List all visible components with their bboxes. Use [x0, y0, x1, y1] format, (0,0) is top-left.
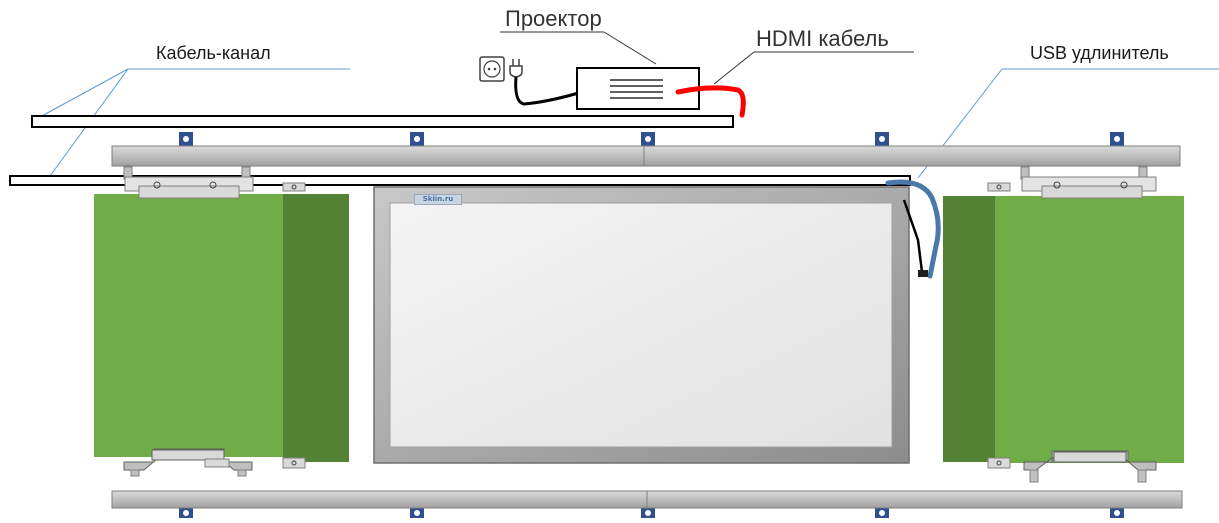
power-plug	[509, 59, 523, 78]
left-panel-group	[94, 166, 349, 477]
wall-mounts-bottom	[179, 508, 1124, 518]
projector-label: Проектор	[505, 6, 602, 31]
left-panel-back	[283, 194, 349, 462]
interactive-board	[373, 186, 910, 464]
hdmi-cable-label: HDMI кабель	[756, 26, 889, 51]
usb-plug	[918, 270, 928, 277]
right-panel-back	[943, 196, 995, 462]
cable-channel-label: Кабель-канал	[156, 43, 271, 63]
cable-channel-upper	[31, 115, 734, 128]
board-brand-badge: Skiin.ru	[414, 194, 462, 205]
diagram: Skiin.ru Проектор HDMI кабель Кабель-кан…	[0, 0, 1219, 518]
projector	[576, 67, 700, 110]
power-cord	[514, 76, 583, 106]
projector-callout	[603, 31, 657, 65]
leader-cable-1	[39, 68, 129, 118]
left-panel-front	[94, 194, 283, 457]
right-panel-front	[995, 196, 1184, 463]
right-panel-group	[943, 166, 1184, 483]
usb-extender-label: USB удлинитель	[1030, 43, 1169, 63]
bottom-rail	[111, 490, 1183, 509]
board-surface	[389, 202, 893, 448]
diagram-canvas	[9, 31, 1219, 518]
power-socket	[479, 56, 505, 82]
wall-mounts-top	[179, 132, 1124, 146]
hdmi-callout	[713, 51, 755, 85]
top-rail	[111, 145, 1181, 167]
